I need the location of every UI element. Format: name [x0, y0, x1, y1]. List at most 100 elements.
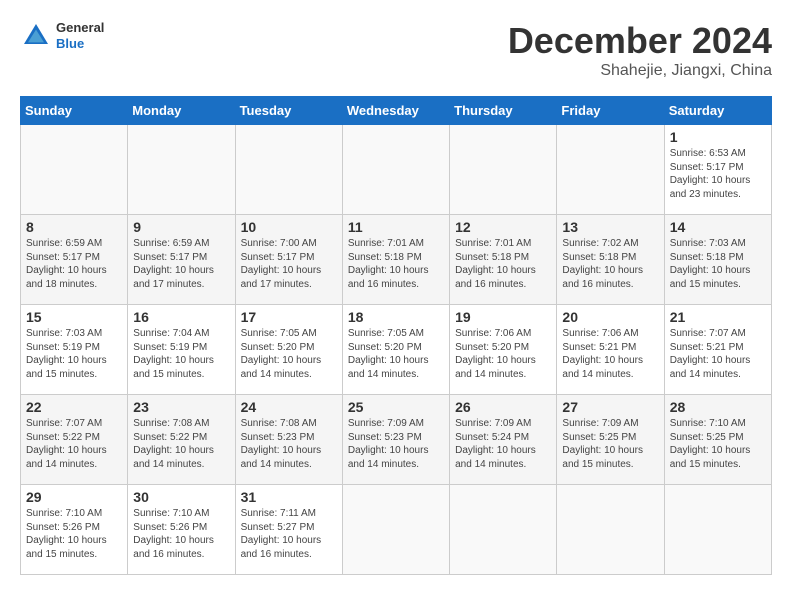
calendar-cell: 16 Sunrise: 7:04 AMSunset: 5:19 PMDaylig… [128, 305, 235, 395]
day-number: 9 [133, 219, 229, 235]
day-number: 21 [670, 309, 766, 325]
calendar-cell: 9 Sunrise: 6:59 AMSunset: 5:17 PMDayligh… [128, 215, 235, 305]
day-header-monday: Monday [128, 97, 235, 125]
day-number: 16 [133, 309, 229, 325]
calendar-title: December 2024 [508, 20, 772, 62]
calendar-cell: 14 Sunrise: 7:03 AMSunset: 5:18 PMDaylig… [664, 215, 771, 305]
day-info: Sunrise: 7:10 AMSunset: 5:26 PMDaylight:… [133, 507, 229, 561]
calendar-cell: 24 Sunrise: 7:08 AMSunset: 5:23 PMDaylig… [235, 395, 342, 485]
day-info: Sunrise: 7:03 AMSunset: 5:18 PMDaylight:… [670, 237, 766, 291]
day-number: 22 [26, 399, 122, 415]
day-number: 27 [562, 399, 658, 415]
calendar-cell: 10 Sunrise: 7:00 AMSunset: 5:17 PMDaylig… [235, 215, 342, 305]
calendar-subtitle: Shahejie, Jiangxi, China [508, 62, 772, 80]
day-info: Sunrise: 7:02 AMSunset: 5:18 PMDaylight:… [562, 237, 658, 291]
page-header: General Blue December 2024 Shahejie, Jia… [20, 20, 772, 80]
day-info: Sunrise: 6:53 AMSunset: 5:17 PMDaylight:… [670, 147, 766, 201]
day-number: 12 [455, 219, 551, 235]
calendar-table: SundayMondayTuesdayWednesdayThursdayFrid… [20, 96, 772, 575]
day-number: 30 [133, 489, 229, 505]
day-number: 13 [562, 219, 658, 235]
day-info: Sunrise: 7:10 AMSunset: 5:26 PMDaylight:… [26, 507, 122, 561]
calendar-cell: 1 Sunrise: 6:53 AMSunset: 5:17 PMDayligh… [664, 125, 771, 215]
calendar-cell [557, 485, 664, 575]
calendar-cell: 22 Sunrise: 7:07 AMSunset: 5:22 PMDaylig… [21, 395, 128, 485]
logo: General Blue [20, 20, 104, 52]
calendar-cell: 26 Sunrise: 7:09 AMSunset: 5:24 PMDaylig… [450, 395, 557, 485]
calendar-week-row: 29 Sunrise: 7:10 AMSunset: 5:26 PMDaylig… [21, 485, 772, 575]
calendar-cell [342, 485, 449, 575]
day-info: Sunrise: 7:00 AMSunset: 5:17 PMDaylight:… [241, 237, 337, 291]
day-number: 17 [241, 309, 337, 325]
calendar-cell: 30 Sunrise: 7:10 AMSunset: 5:26 PMDaylig… [128, 485, 235, 575]
day-number: 18 [348, 309, 444, 325]
day-info: Sunrise: 7:06 AMSunset: 5:20 PMDaylight:… [455, 327, 551, 381]
calendar-cell: 15 Sunrise: 7:03 AMSunset: 5:19 PMDaylig… [21, 305, 128, 395]
day-number: 14 [670, 219, 766, 235]
day-info: Sunrise: 7:06 AMSunset: 5:21 PMDaylight:… [562, 327, 658, 381]
day-number: 20 [562, 309, 658, 325]
day-number: 28 [670, 399, 766, 415]
day-info: Sunrise: 7:05 AMSunset: 5:20 PMDaylight:… [348, 327, 444, 381]
day-header-friday: Friday [557, 97, 664, 125]
calendar-header-row: SundayMondayTuesdayWednesdayThursdayFrid… [21, 97, 772, 125]
logo-general: General [56, 20, 104, 36]
day-info: Sunrise: 7:03 AMSunset: 5:19 PMDaylight:… [26, 327, 122, 381]
calendar-cell: 20 Sunrise: 7:06 AMSunset: 5:21 PMDaylig… [557, 305, 664, 395]
calendar-cell: 17 Sunrise: 7:05 AMSunset: 5:20 PMDaylig… [235, 305, 342, 395]
day-header-wednesday: Wednesday [342, 97, 449, 125]
calendar-week-row: 1 Sunrise: 6:53 AMSunset: 5:17 PMDayligh… [21, 125, 772, 215]
day-number: 8 [26, 219, 122, 235]
logo-text: General Blue [56, 20, 104, 51]
day-number: 26 [455, 399, 551, 415]
day-info: Sunrise: 7:01 AMSunset: 5:18 PMDaylight:… [455, 237, 551, 291]
day-info: Sunrise: 7:09 AMSunset: 5:23 PMDaylight:… [348, 417, 444, 471]
calendar-cell: 28 Sunrise: 7:10 AMSunset: 5:25 PMDaylig… [664, 395, 771, 485]
calendar-cell: 11 Sunrise: 7:01 AMSunset: 5:18 PMDaylig… [342, 215, 449, 305]
day-info: Sunrise: 7:08 AMSunset: 5:23 PMDaylight:… [241, 417, 337, 471]
day-number: 23 [133, 399, 229, 415]
calendar-cell: 27 Sunrise: 7:09 AMSunset: 5:25 PMDaylig… [557, 395, 664, 485]
calendar-week-row: 22 Sunrise: 7:07 AMSunset: 5:22 PMDaylig… [21, 395, 772, 485]
calendar-cell [128, 125, 235, 215]
calendar-week-row: 15 Sunrise: 7:03 AMSunset: 5:19 PMDaylig… [21, 305, 772, 395]
day-info: Sunrise: 7:04 AMSunset: 5:19 PMDaylight:… [133, 327, 229, 381]
day-info: Sunrise: 6:59 AMSunset: 5:17 PMDaylight:… [26, 237, 122, 291]
calendar-cell: 29 Sunrise: 7:10 AMSunset: 5:26 PMDaylig… [21, 485, 128, 575]
day-info: Sunrise: 7:09 AMSunset: 5:24 PMDaylight:… [455, 417, 551, 471]
calendar-cell: 25 Sunrise: 7:09 AMSunset: 5:23 PMDaylig… [342, 395, 449, 485]
calendar-cell [664, 485, 771, 575]
logo-blue: Blue [56, 36, 104, 52]
day-number: 1 [670, 129, 766, 145]
day-number: 24 [241, 399, 337, 415]
title-area: December 2024 Shahejie, Jiangxi, China [508, 20, 772, 80]
day-info: Sunrise: 7:05 AMSunset: 5:20 PMDaylight:… [241, 327, 337, 381]
calendar-cell [342, 125, 449, 215]
calendar-cell [450, 485, 557, 575]
day-number: 11 [348, 219, 444, 235]
calendar-cell: 13 Sunrise: 7:02 AMSunset: 5:18 PMDaylig… [557, 215, 664, 305]
day-number: 15 [26, 309, 122, 325]
calendar-cell [557, 125, 664, 215]
day-header-tuesday: Tuesday [235, 97, 342, 125]
day-header-sunday: Sunday [21, 97, 128, 125]
calendar-cell: 12 Sunrise: 7:01 AMSunset: 5:18 PMDaylig… [450, 215, 557, 305]
day-info: Sunrise: 7:08 AMSunset: 5:22 PMDaylight:… [133, 417, 229, 471]
calendar-cell [450, 125, 557, 215]
day-info: Sunrise: 7:07 AMSunset: 5:22 PMDaylight:… [26, 417, 122, 471]
calendar-cell [235, 125, 342, 215]
day-info: Sunrise: 6:59 AMSunset: 5:17 PMDaylight:… [133, 237, 229, 291]
day-number: 31 [241, 489, 337, 505]
calendar-cell: 19 Sunrise: 7:06 AMSunset: 5:20 PMDaylig… [450, 305, 557, 395]
calendar-cell [21, 125, 128, 215]
day-number: 25 [348, 399, 444, 415]
day-number: 19 [455, 309, 551, 325]
logo-icon [20, 20, 52, 52]
calendar-cell: 18 Sunrise: 7:05 AMSunset: 5:20 PMDaylig… [342, 305, 449, 395]
calendar-cell: 31 Sunrise: 7:11 AMSunset: 5:27 PMDaylig… [235, 485, 342, 575]
calendar-cell: 8 Sunrise: 6:59 AMSunset: 5:17 PMDayligh… [21, 215, 128, 305]
day-number: 10 [241, 219, 337, 235]
calendar-cell: 21 Sunrise: 7:07 AMSunset: 5:21 PMDaylig… [664, 305, 771, 395]
day-header-saturday: Saturday [664, 97, 771, 125]
calendar-week-row: 8 Sunrise: 6:59 AMSunset: 5:17 PMDayligh… [21, 215, 772, 305]
